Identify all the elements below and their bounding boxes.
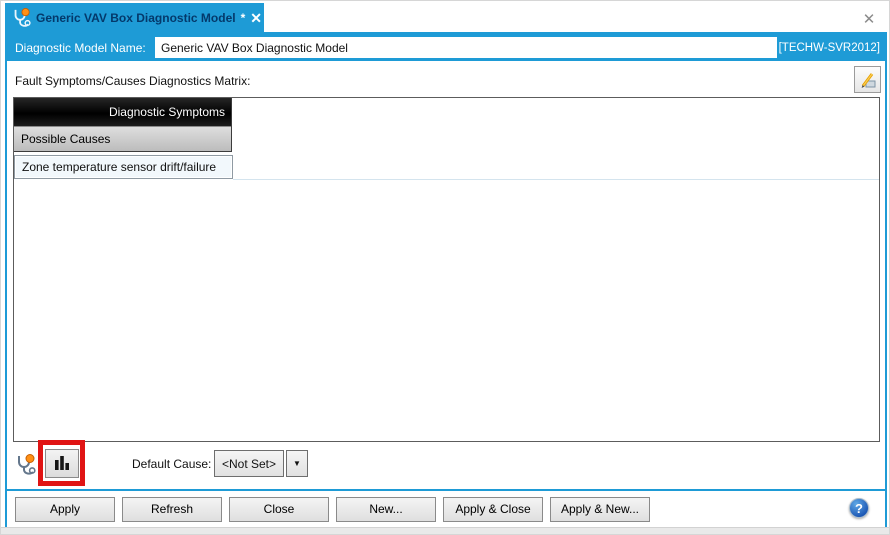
cause-row-header[interactable]: Zone temperature sensor drift/failure [14, 155, 233, 179]
diagnostic-model-window: Generic VAV Box Diagnostic Model * ✕ ✕ D… [0, 0, 890, 535]
close-button[interactable]: Close [229, 497, 329, 522]
window-bottom-edge [1, 527, 889, 534]
tab-close-icon[interactable]: ✕ [250, 11, 262, 25]
default-cause-dropdown[interactable]: <Not Set> [214, 450, 284, 477]
tab-title: Generic VAV Box Diagnostic Model [36, 11, 236, 25]
diagnostics-matrix: Diagnostic Symptoms Possible Causes Zone… [13, 97, 880, 442]
refresh-button[interactable]: Refresh [122, 497, 222, 522]
apply-button[interactable]: Apply [15, 497, 115, 522]
table-row: Zone temperature sensor drift/failure [14, 155, 879, 179]
tab-generic-vav-box-diagnostic-model[interactable]: Generic VAV Box Diagnostic Model * ✕ [5, 3, 264, 32]
bar-chart-view-button[interactable] [45, 449, 79, 478]
dialog-body: Diagnostic Model Name: [TECHW-SVR2012] F… [5, 32, 887, 529]
unsaved-changes-indicator: * [241, 11, 246, 25]
help-button[interactable]: ? [849, 498, 869, 518]
stethoscope-icon [11, 7, 31, 29]
possible-causes-header: Possible Causes [14, 126, 231, 151]
matrix-corner-header: Diagnostic Symptoms Possible Causes [14, 98, 232, 152]
cause-row-cells [233, 155, 879, 180]
stethoscope-icon [14, 453, 38, 477]
name-bar: Diagnostic Model Name: [TECHW-SVR2012] [7, 34, 885, 61]
apply-and-close-button[interactable]: Apply & Close [443, 497, 543, 522]
diagnostic-symptoms-header: Diagnostic Symptoms [14, 98, 231, 126]
edit-matrix-button[interactable] [854, 66, 881, 93]
diagnostic-model-name-input[interactable] [155, 37, 777, 58]
default-cause-dropdown-arrow[interactable]: ▼ [286, 450, 308, 477]
bar-chart-icon [52, 453, 72, 473]
server-tag: [TECHW-SVR2012] [779, 34, 880, 61]
matrix-section-label: Fault Symptoms/Causes Diagnostics Matrix… [15, 74, 250, 88]
pencil-note-icon [858, 70, 878, 90]
annotation-highlight [38, 440, 85, 486]
main-area: Fault Symptoms/Causes Diagnostics Matrix… [7, 61, 885, 489]
apply-and-new-button[interactable]: Apply & New... [550, 497, 650, 522]
button-bar: Apply Refresh Close New... Apply & Close… [7, 491, 885, 527]
new-button[interactable]: New... [336, 497, 436, 522]
matrix-tools-row: Default Cause: <Not Set> ▼ [7, 442, 885, 489]
chevron-down-icon: ▼ [293, 459, 301, 468]
stethoscope-view-toggle[interactable] [14, 451, 38, 478]
default-cause-label: Default Cause: [132, 442, 211, 485]
diagnostic-model-name-label: Diagnostic Model Name: [15, 41, 146, 55]
window-close-icon[interactable]: ✕ [857, 9, 881, 29]
